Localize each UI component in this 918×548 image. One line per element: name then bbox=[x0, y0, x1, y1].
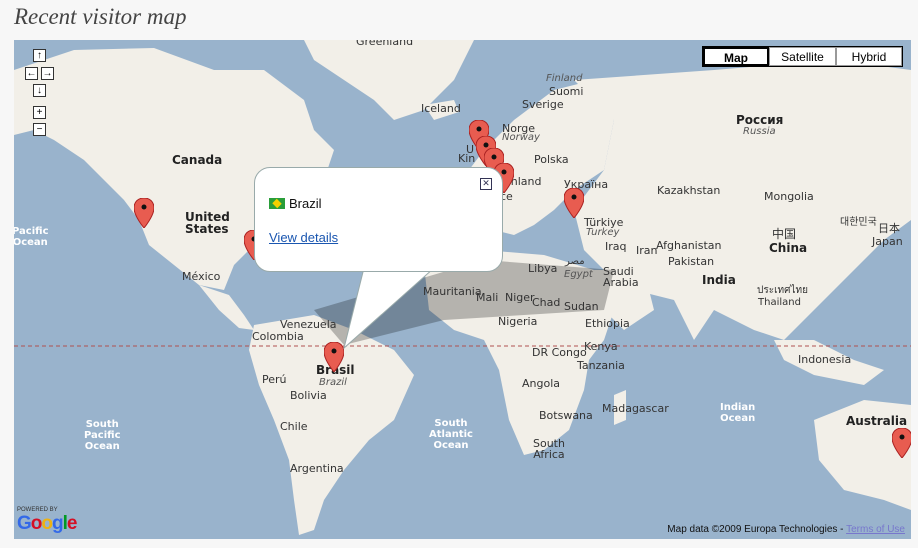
label-botswana: Botswana bbox=[539, 409, 593, 422]
label-argentina: Argentina bbox=[290, 462, 344, 475]
zoom-out-button[interactable]: − bbox=[33, 123, 46, 136]
label-kenya: Kenya bbox=[584, 340, 618, 353]
google-logo[interactable]: POWERED BY Google bbox=[17, 507, 77, 535]
label-chad: Chad bbox=[532, 296, 561, 309]
label-india: India bbox=[702, 273, 736, 287]
info-country-name: Brazil bbox=[289, 196, 322, 211]
label-russia: Russia bbox=[743, 126, 776, 137]
label-japan: Japan bbox=[872, 235, 903, 248]
pin-united-states[interactable] bbox=[134, 198, 154, 228]
label-south-africa: South Africa bbox=[533, 437, 565, 461]
label-egypt-ar: مصر bbox=[565, 256, 585, 267]
label-sverige: Sverige bbox=[522, 98, 564, 111]
label-tanzania: Tanzania bbox=[577, 359, 625, 372]
label-pakistan: Pakistan bbox=[668, 255, 715, 268]
label-suomi: Suomi bbox=[549, 85, 584, 98]
label-colombia: Colombia bbox=[252, 330, 304, 343]
label-peru: Perú bbox=[262, 373, 287, 386]
label-chile: Chile bbox=[280, 420, 308, 433]
map-type-control: Map Satellite Hybrid bbox=[702, 46, 903, 67]
pan-up-button[interactable]: ↑ bbox=[33, 49, 46, 62]
label-greenland: Greenland bbox=[356, 40, 414, 48]
label-norway: Norway bbox=[502, 132, 540, 143]
map-type-hybrid-button[interactable]: Hybrid bbox=[836, 47, 902, 66]
brazil-flag-icon bbox=[269, 198, 285, 209]
label-pacific-north: Pacific Ocean bbox=[14, 226, 49, 248]
label-australia: Australia bbox=[846, 414, 908, 428]
label-niger: Niger bbox=[505, 291, 535, 304]
label-iceland: Iceland bbox=[421, 102, 461, 115]
label-china-zh: 中国 bbox=[772, 227, 797, 241]
map-type-map-button[interactable]: Map bbox=[703, 47, 769, 66]
label-egypt: Egypt bbox=[564, 269, 593, 280]
pan-down-button[interactable]: ↓ bbox=[33, 84, 46, 97]
label-iraq: Iraq bbox=[605, 240, 627, 253]
pin-turkey[interactable] bbox=[564, 188, 584, 218]
label-brazil-it: Brazil bbox=[319, 377, 347, 388]
label-korea: 대한민국 bbox=[840, 217, 877, 228]
label-madagascar: Madagascar bbox=[602, 402, 669, 415]
label-finland: Finland bbox=[546, 73, 583, 84]
pan-left-button[interactable]: ← bbox=[25, 67, 38, 80]
label-angola: Angola bbox=[522, 377, 561, 390]
label-libya: Libya bbox=[528, 262, 558, 275]
label-mongolia: Mongolia bbox=[764, 190, 814, 203]
label-mexico: México bbox=[182, 270, 221, 283]
label-saudi-arabia: Saudi Arabia bbox=[603, 265, 639, 289]
label-polska: Polska bbox=[534, 153, 569, 166]
label-south-pacific: South Pacific Ocean bbox=[84, 419, 121, 452]
map-attribution: Map data ©2009 Europa Technologies - Ter… bbox=[667, 524, 905, 535]
label-nigeria: Nigeria bbox=[498, 315, 538, 328]
label-sudan: Sudan bbox=[564, 300, 599, 313]
label-dr-congo: DR Congo bbox=[532, 346, 587, 359]
label-thailand-th: ประเทศไทย bbox=[757, 285, 808, 296]
label-thailand: Thailand bbox=[758, 297, 801, 308]
label-canada: Canada bbox=[172, 153, 223, 167]
view-details-link[interactable]: View details bbox=[269, 230, 338, 245]
google-wordmark: Google bbox=[17, 513, 77, 534]
label-turkey: Turkey bbox=[586, 227, 620, 238]
label-south-atlantic: South Atlantic Ocean bbox=[429, 418, 473, 451]
label-united-states: United States bbox=[185, 210, 230, 236]
zoom-in-button[interactable]: + bbox=[33, 106, 46, 119]
attribution-text: Map data ©2009 Europa Technologies - bbox=[667, 524, 847, 535]
pan-right-button[interactable]: → bbox=[41, 67, 54, 80]
label-rossiya: Россия bbox=[736, 113, 784, 127]
label-afghanistan: Afghanistan bbox=[656, 239, 722, 252]
label-china: China bbox=[769, 241, 808, 255]
terms-of-use-link[interactable]: Terms of Use bbox=[846, 524, 905, 535]
info-window: ✕ Brazil View details bbox=[254, 167, 503, 272]
label-ethiopia: Ethiopia bbox=[585, 317, 630, 330]
world-map[interactable]: Greenland Iceland Sverige Suomi Finland … bbox=[14, 40, 911, 539]
close-icon[interactable]: ✕ bbox=[480, 178, 492, 190]
label-indonesia: Indonesia bbox=[798, 353, 852, 366]
pin-australia[interactable] bbox=[892, 428, 911, 458]
bubble-tail bbox=[343, 260, 436, 350]
page-title: Recent visitor map bbox=[14, 4, 187, 29]
label-japan-jp: 日本 bbox=[878, 222, 900, 235]
label-mali: Mali bbox=[476, 291, 499, 304]
label-bolivia: Bolivia bbox=[290, 389, 327, 402]
label-iran: Iran bbox=[636, 244, 658, 257]
label-indian-ocean: Indian Ocean bbox=[720, 402, 756, 424]
label-kazakhstan: Kazakhstan bbox=[657, 184, 721, 197]
map-type-satellite-button[interactable]: Satellite bbox=[769, 47, 836, 66]
